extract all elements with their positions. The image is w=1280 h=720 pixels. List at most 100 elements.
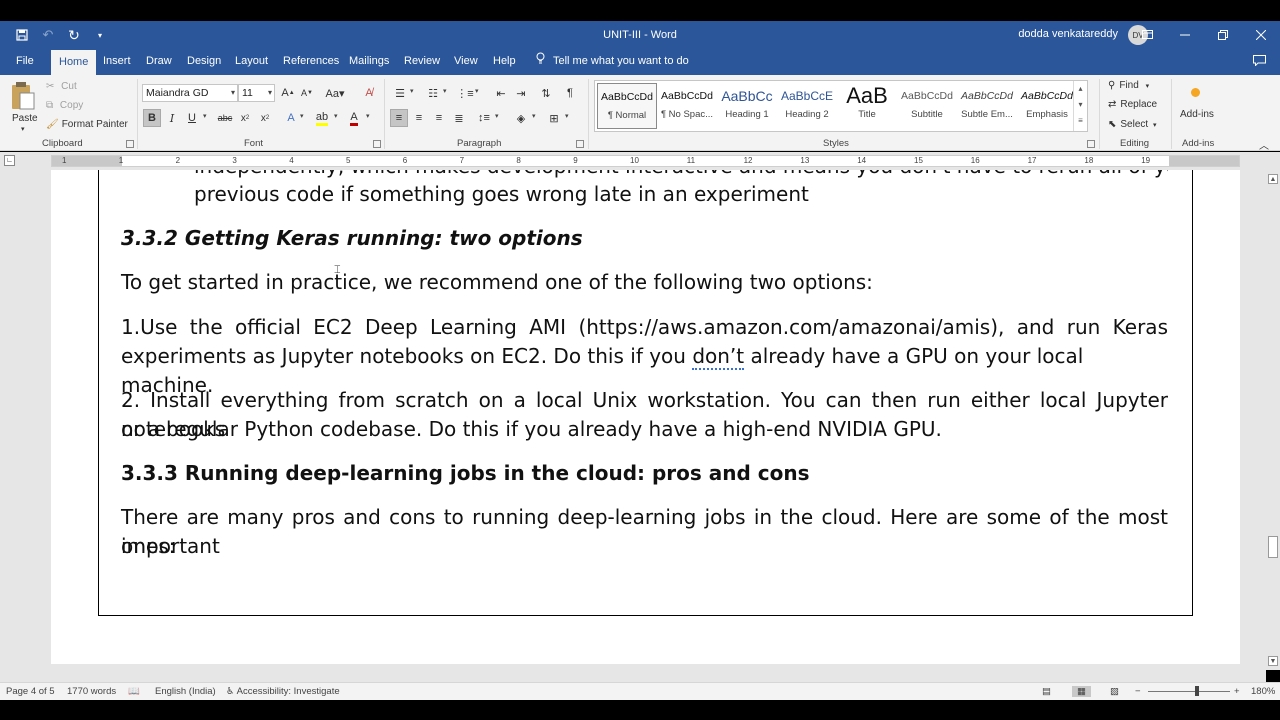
restore-icon[interactable]: [1204, 21, 1242, 48]
tell-me-search[interactable]: Tell me what you want to do: [536, 48, 689, 75]
close-icon[interactable]: [1242, 21, 1280, 48]
tab-draw[interactable]: Draw: [146, 48, 172, 75]
chevron-down-icon[interactable]: ▾: [1074, 97, 1087, 113]
style-emphasis[interactable]: AaBbCcDd Emphasis: [1017, 83, 1077, 129]
chevron-down-icon[interactable]: ▾: [475, 87, 479, 95]
tab-layout[interactable]: Layout: [235, 48, 268, 75]
cut-button[interactable]: ✂ Cut: [46, 81, 77, 92]
print-layout-icon[interactable]: ▦: [1072, 686, 1091, 697]
style-no-spacing[interactable]: AaBbCcDd ¶ No Spac...: [657, 83, 717, 129]
paragraph-pros-line-2[interactable]: ones:: [121, 532, 1168, 561]
tab-home[interactable]: Home: [51, 50, 97, 75]
zoom-out-icon[interactable]: −: [1135, 686, 1141, 697]
italic-button[interactable]: I: [163, 109, 181, 127]
chevron-down-icon[interactable]: ▾: [334, 112, 338, 120]
vertical-scrollbar[interactable]: ▲ ▼: [1266, 170, 1280, 670]
paragraph-intro[interactable]: To get started in practice, we recommend…: [121, 268, 1168, 297]
zoom-in-icon[interactable]: +: [1234, 686, 1240, 697]
justify-button[interactable]: ≣: [450, 109, 468, 127]
style-title[interactable]: AaB Title: [837, 83, 897, 129]
style-heading-1[interactable]: AaBbCc Heading 1: [717, 83, 777, 129]
zoom-level[interactable]: 180%: [1251, 686, 1275, 697]
page[interactable]: independently, which makes development i…: [51, 170, 1240, 664]
tab-review[interactable]: Review: [404, 48, 440, 75]
style-heading-2[interactable]: AaBbCcE Heading 2: [777, 83, 837, 129]
replace-button[interactable]: ⇄ Replace: [1108, 99, 1157, 110]
strikethrough-button[interactable]: abc: [216, 109, 234, 127]
word-count[interactable]: 1770 words: [67, 686, 116, 697]
tab-view[interactable]: View: [454, 48, 478, 75]
font-name-combobox[interactable]: Maiandra GD ▾: [142, 84, 238, 102]
paragraph-option-1-line-1[interactable]: 1.Use the official EC2 Deep Learning AMI…: [121, 313, 1168, 342]
shading-icon[interactable]: ◈: [512, 109, 530, 127]
text-effects-icon[interactable]: A: [282, 109, 300, 127]
read-mode-icon[interactable]: ▤: [1042, 686, 1051, 697]
styles-scroll[interactable]: ▴ ▾ ≡: [1073, 81, 1087, 131]
addins-button[interactable]: Add-ins: [1176, 81, 1220, 131]
chevron-down-icon[interactable]: ▾: [565, 112, 569, 120]
web-layout-icon[interactable]: ▧: [1110, 686, 1119, 697]
style-normal[interactable]: AaBbCcDd ¶ Normal: [597, 83, 657, 129]
font-size-combobox[interactable]: 11 ▾: [238, 84, 275, 102]
chevron-down-icon[interactable]: ▾: [532, 112, 536, 120]
format-painter-button[interactable]: 🖌 Format Painter: [46, 119, 128, 130]
style-subtitle[interactable]: AaBbCcDd Subtitle: [897, 83, 957, 129]
sort-icon[interactable]: ⇅: [537, 84, 555, 102]
bullets-icon[interactable]: ☰: [391, 84, 409, 102]
pilcrow-icon[interactable]: ¶: [561, 84, 579, 102]
clear-formatting-icon[interactable]: A̸: [360, 84, 378, 102]
zoom-slider-thumb[interactable]: [1195, 686, 1199, 696]
scroll-up-icon[interactable]: ▲: [1268, 174, 1278, 184]
subscript-button[interactable]: x2: [236, 109, 254, 127]
superscript-button[interactable]: x2: [256, 109, 274, 127]
chevron-down-icon[interactable]: ▾: [495, 112, 499, 120]
align-left-button[interactable]: ≡: [390, 109, 408, 127]
chevron-down-icon[interactable]: ▾: [203, 112, 207, 120]
multilevel-list-icon[interactable]: ⋮≡: [456, 84, 474, 102]
paragraph-option-2-line-2[interactable]: or a regular Python codebase. Do this if…: [121, 415, 1168, 444]
styles-launcher-icon[interactable]: [1087, 140, 1095, 148]
language[interactable]: English (India): [155, 686, 216, 697]
proofing-icon[interactable]: 📖: [128, 686, 140, 697]
minimize-icon[interactable]: [1166, 21, 1204, 48]
bold-button[interactable]: B: [143, 109, 161, 127]
font-launcher-icon[interactable]: [373, 140, 381, 148]
tab-mailings[interactable]: Mailings: [349, 48, 389, 75]
accessibility-status[interactable]: ♿ Accessibility: Investigate: [226, 686, 340, 697]
chevron-down-icon[interactable]: ▾: [410, 87, 414, 95]
numbering-icon[interactable]: ☷: [424, 84, 442, 102]
heading-3-3-3[interactable]: 3.3.3 Running deep-learning jobs in the …: [121, 459, 1168, 488]
paste-button[interactable]: Paste ▾: [8, 79, 38, 135]
copy-button[interactable]: ⧉ Copy: [46, 100, 83, 111]
tab-selector[interactable]: ∟: [4, 155, 15, 166]
line-spacing-icon[interactable]: ↕≡: [475, 109, 493, 127]
zoom-slider[interactable]: [1148, 691, 1230, 692]
chevron-up-icon[interactable]: ▴: [1074, 81, 1087, 97]
grow-font-icon[interactable]: A ▲: [279, 84, 297, 102]
tab-design[interactable]: Design: [187, 48, 221, 75]
find-button[interactable]: ⚲ Find ▾: [1108, 80, 1149, 91]
tab-help[interactable]: Help: [493, 48, 516, 75]
page-count[interactable]: Page 4 of 5: [6, 686, 55, 697]
font-color-icon[interactable]: A: [345, 109, 363, 127]
highlight-icon[interactable]: ab: [313, 109, 331, 127]
decrease-indent-icon[interactable]: ⇤: [492, 84, 510, 102]
grammar-flag[interactable]: don’t: [692, 344, 745, 370]
scroll-thumb[interactable]: [1268, 536, 1278, 558]
horizontal-ruler[interactable]: 1 1 2 3 4 5 6 7 8 9 10 11 12 13 14 15 16 17 18 19: [51, 155, 1240, 167]
collapse-ribbon-icon[interactable]: ︿: [1259, 137, 1269, 152]
clipboard-launcher-icon[interactable]: [126, 140, 134, 148]
change-case-icon[interactable]: Aa▾: [322, 84, 348, 102]
user-name[interactable]: dodda venkatareddy: [1018, 28, 1118, 40]
align-right-button[interactable]: ≡: [430, 109, 448, 127]
chevron-down-icon[interactable]: ▾: [366, 112, 370, 120]
paste-dropdown-icon[interactable]: ▾: [21, 125, 25, 133]
more-styles-icon[interactable]: ≡: [1074, 113, 1087, 129]
scroll-down-icon[interactable]: ▼: [1268, 656, 1278, 666]
chevron-down-icon[interactable]: ▾: [300, 112, 304, 120]
align-center-button[interactable]: ≡: [410, 109, 428, 127]
tab-file[interactable]: File: [16, 48, 34, 75]
increase-indent-icon[interactable]: ⇥: [512, 84, 530, 102]
select-button[interactable]: ⬉ Select ▾: [1108, 119, 1156, 130]
document-canvas[interactable]: independently, which makes development i…: [0, 170, 1266, 682]
